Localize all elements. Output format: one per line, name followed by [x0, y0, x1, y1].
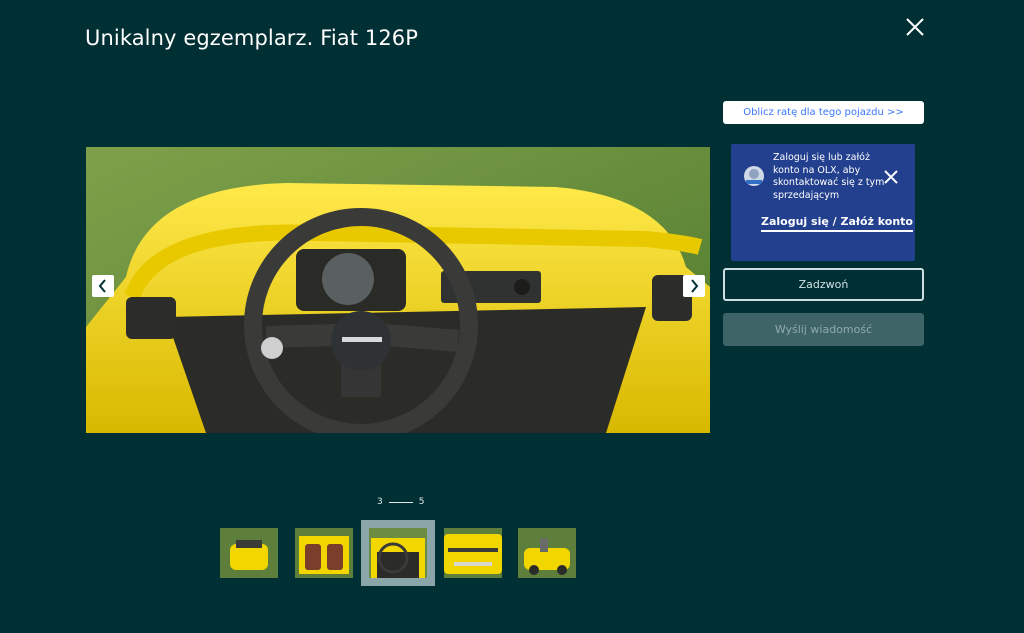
car-side-thumbnail: [444, 528, 502, 578]
thumbnail-3[interactable]: [361, 520, 435, 586]
previous-photo-button[interactable]: [92, 275, 114, 297]
next-photo-button[interactable]: [683, 275, 705, 297]
steering-wheel-thumbnail: [369, 528, 427, 578]
thumbnail-4[interactable]: [444, 528, 502, 578]
steering-wheel-photo: [86, 147, 710, 433]
current-photo-number: 3: [377, 497, 383, 507]
login-register-link[interactable]: Zaloguj się / Załóż konto: [761, 215, 913, 232]
total-photo-number: 5: [418, 497, 425, 507]
photo-counter: 3 5: [377, 497, 424, 507]
login-prompt-message: Zaloguj się lub załóż konto na OLX, aby …: [773, 152, 885, 201]
counter-divider: [388, 501, 413, 503]
thumbnail-5[interactable]: [518, 528, 576, 578]
close-icon[interactable]: [883, 169, 899, 185]
chevron-left-icon: [98, 279, 106, 293]
call-button[interactable]: Zadzwoń: [723, 268, 924, 301]
close-gallery-icon[interactable]: [904, 16, 926, 38]
calculate-installment-button[interactable]: Oblicz ratę dla tego pojazdu >>: [723, 101, 924, 124]
main-photo: [86, 147, 710, 433]
chevron-right-icon: [691, 279, 699, 293]
listing-title: Unikalny egzemplarz. Fiat 126P: [85, 26, 419, 50]
thumbnail-2[interactable]: [295, 528, 353, 578]
car-rear-thumbnail: [220, 528, 278, 578]
thumbnail-1[interactable]: [220, 528, 278, 578]
login-prompt: Zaloguj się lub załóż konto na OLX, aby …: [731, 144, 915, 261]
send-message-button[interactable]: Wyślij wiadomość: [723, 313, 924, 346]
car-seats-thumbnail: [295, 528, 353, 578]
car-front-thumbnail: [518, 528, 576, 578]
user-avatar-icon: [744, 166, 764, 186]
